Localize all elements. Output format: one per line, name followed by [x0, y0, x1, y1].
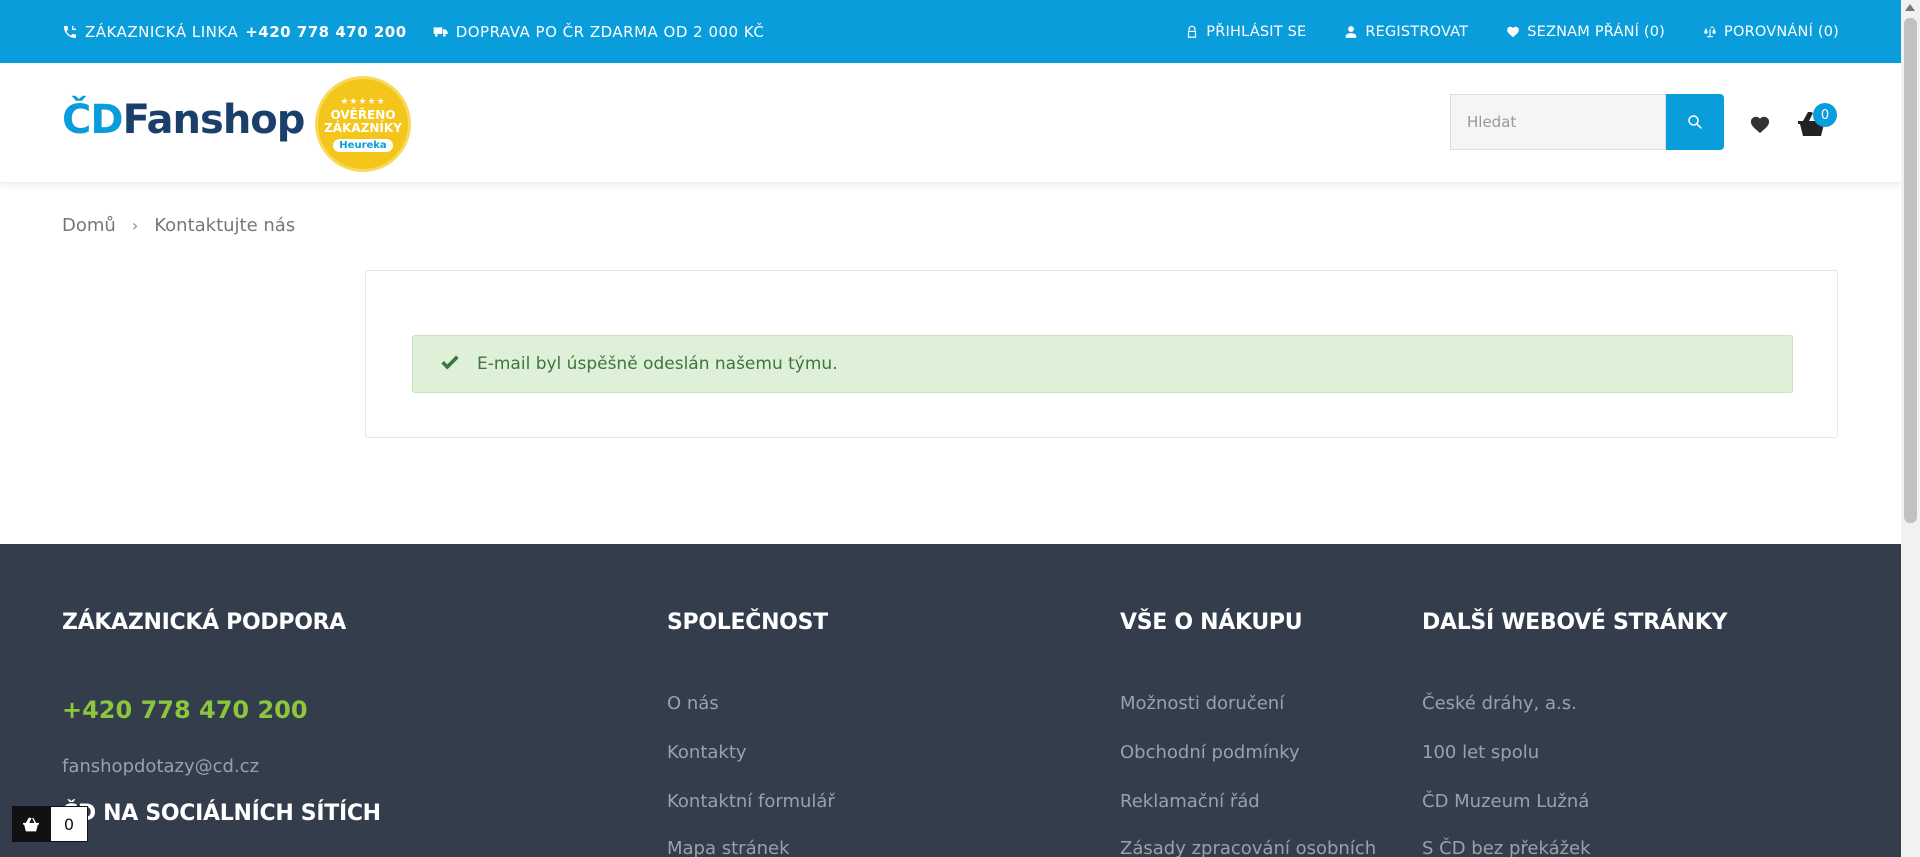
stars-icon: ★★★★★: [340, 96, 386, 107]
top-bar: Zákaznická linka +420 778 470 200 Doprav…: [0, 0, 1901, 63]
footer-link[interactable]: Kontakty: [667, 742, 747, 763]
cart-count-badge: 0: [1813, 103, 1837, 127]
footer-support-title: Zákaznická podpora: [62, 610, 346, 635]
truck-icon: [433, 26, 448, 37]
wishlist-label: Seznam přání (0): [1527, 23, 1666, 40]
footer-link[interactable]: České dráhy, a.s.: [1422, 693, 1577, 714]
compare-label: Porovnání (0): [1724, 23, 1839, 40]
search-form: [1450, 94, 1725, 150]
shipping-text: Doprava po ČR zdarma od 2 000 Kč: [455, 22, 765, 41]
search-icon: [1688, 115, 1702, 129]
footer-websites-title: Další webové stránky: [1422, 610, 1728, 635]
footer-link[interactable]: 100 let spolu: [1422, 742, 1539, 763]
search-input[interactable]: [1450, 94, 1666, 150]
badge-brand: Heureka: [333, 138, 393, 152]
footer-company-title: Společnost: [667, 610, 828, 635]
footer-link[interactable]: O nás: [667, 693, 719, 714]
shipping-info: Doprava po ČR zdarma od 2 000 Kč: [433, 23, 765, 41]
logo-prefix: ČD: [62, 97, 124, 143]
badge-line1: OVĚŘENO: [330, 107, 396, 122]
phone-icon: [64, 25, 76, 38]
site-logo[interactable]: ČDFanshop: [62, 97, 306, 143]
badge-line2: ZÁKAZNÍKY: [324, 120, 402, 135]
register-link[interactable]: Registrovat: [1344, 24, 1468, 40]
floating-cart-count: 0: [50, 806, 88, 842]
footer-link[interactable]: Mapa stránek: [667, 838, 790, 857]
heart-icon: [1507, 26, 1520, 37]
site-footer: Zákaznická podpora +420 778 470 200 fans…: [0, 544, 1901, 857]
search-button[interactable]: [1666, 94, 1724, 150]
register-label: Registrovat: [1365, 23, 1469, 40]
breadcrumb-home[interactable]: Domů: [62, 215, 116, 236]
page-scrollbar[interactable]: [1901, 0, 1920, 857]
alert-message: E-mail byl úspěšně odeslán našemu týmu.: [477, 354, 838, 374]
scroll-up-arrow-icon[interactable]: [1905, 4, 1915, 11]
lock-icon: [1188, 25, 1197, 38]
footer-link[interactable]: Obchodní podmínky: [1120, 742, 1300, 763]
footer-link[interactable]: Zásady zpracování osobních: [1120, 838, 1376, 857]
success-alert: E-mail byl úspěšně odeslán našemu týmu.: [412, 335, 1793, 393]
compare-link[interactable]: Porovnání (0): [1703, 24, 1839, 40]
hotline[interactable]: Zákaznická linka +420 778 470 200: [62, 23, 407, 41]
heart-icon: [1750, 116, 1770, 134]
footer-shopping-title: Vše o nákupu: [1120, 610, 1303, 635]
heureka-badge[interactable]: ★★★★★ OVĚŘENO ZÁKAZNÍKY Heureka: [315, 76, 411, 172]
checkmark-icon: [441, 355, 459, 370]
basket-icon: [12, 806, 50, 842]
footer-link[interactable]: ČD Muzeum Lužná: [1422, 791, 1589, 812]
header-wishlist-button[interactable]: [1749, 114, 1771, 138]
hotline-number: +420 778 470 200: [245, 22, 407, 41]
logo-main: Fanshop: [122, 97, 306, 143]
floating-cart[interactable]: 0: [12, 806, 88, 842]
footer-link[interactable]: S ČD bez překážek: [1422, 838, 1591, 857]
footer-link[interactable]: Kontaktní formulář: [667, 791, 835, 812]
content-box: E-mail byl úspěšně odeslán našemu týmu.: [365, 270, 1838, 438]
footer-link[interactable]: Možnosti doručení: [1120, 693, 1284, 714]
hotline-label: Zákaznická linka: [85, 22, 239, 41]
wishlist-link[interactable]: Seznam přání (0): [1506, 24, 1665, 40]
site-header: ČDFanshop ★★★★★ OVĚŘENO ZÁKAZNÍKY Heurek…: [0, 63, 1901, 183]
footer-email[interactable]: fanshopdotazy@cd.cz: [62, 756, 259, 777]
login-label: Přihlásit se: [1206, 23, 1307, 40]
breadcrumb-current: Kontaktujte nás: [154, 215, 296, 236]
scrollbar-thumb[interactable]: [1904, 18, 1917, 523]
footer-phone[interactable]: +420 778 470 200: [62, 696, 308, 724]
login-link[interactable]: Přihlásit se: [1185, 24, 1306, 40]
user-icon: [1346, 25, 1357, 38]
scale-icon: [1704, 26, 1716, 37]
chevron-right-icon: ›: [131, 216, 139, 235]
breadcrumb: Domů › Kontaktujte nás: [62, 215, 295, 236]
footer-social-title: ČD na sociálních sítích: [62, 801, 381, 826]
footer-link[interactable]: Reklamační řád: [1120, 791, 1260, 812]
